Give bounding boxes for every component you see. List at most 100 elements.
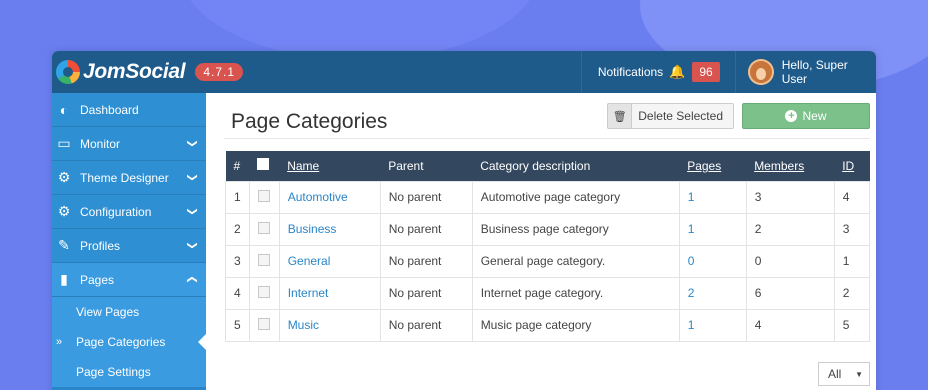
category-name-link[interactable]: Music	[278, 308, 381, 342]
sidebar-subitem-view-pages[interactable]: View Pages	[52, 297, 206, 327]
sidebar: ◐ Dashboard ▭ Monitor ❯ ⚙ Theme Designer…	[52, 93, 206, 390]
sidebar-item-configuration[interactable]: ⚙ Configuration ❯	[52, 195, 206, 229]
row-number: 2	[225, 212, 250, 246]
edit-icon: ✎	[58, 237, 70, 253]
row-parent: No parent	[379, 244, 473, 278]
col-name[interactable]: Name	[279, 151, 380, 181]
delete-selected-label: Delete Selected	[638, 109, 723, 123]
row-checkbox[interactable]	[257, 221, 270, 234]
row-pages-link[interactable]: 2	[678, 276, 747, 310]
new-label: New	[802, 109, 827, 123]
select-all-checkbox[interactable]	[257, 158, 270, 171]
row-number: 5	[225, 308, 250, 342]
col-description: Category description	[480, 158, 591, 173]
row-pages-link[interactable]: 1	[678, 308, 747, 342]
table-row: 2 Business No parent Business page categ…	[225, 212, 871, 246]
col-members[interactable]: Members	[746, 151, 834, 181]
row-members: 3	[745, 180, 835, 214]
sidebar-item-label: Pages	[80, 272, 115, 287]
dashboard-icon: ◐	[59, 101, 69, 118]
sidebar-item-theme-designer[interactable]: ⚙ Theme Designer ❯	[52, 161, 206, 195]
row-number: 3	[225, 244, 250, 278]
row-select	[248, 308, 280, 342]
category-name-link[interactable]: Internet	[278, 276, 381, 310]
row-id: 3	[833, 212, 871, 246]
monitor-icon: ▭	[57, 135, 71, 151]
new-button[interactable]: + New	[742, 103, 870, 129]
pagination-limit-select[interactable]: All ▼	[818, 362, 870, 386]
sidebar-subitem-page-settings[interactable]: Page Settings	[52, 357, 206, 387]
col-number: #	[233, 158, 241, 173]
sidebar-item-label: Theme Designer	[80, 170, 169, 185]
row-select	[248, 276, 280, 310]
caret-down-icon: ▼	[855, 369, 863, 379]
chevron-up-icon: ❯	[186, 275, 198, 284]
bell-icon: 🔔	[669, 64, 686, 79]
sidebar-item-label: Profiles	[80, 238, 121, 253]
top-bar: JomSocial 4.7.1 Notifications 🔔 96 Hello…	[52, 51, 876, 93]
main-content: Page Categories 🗑 Delete Selected + New …	[206, 93, 876, 390]
row-members: 0	[745, 244, 835, 278]
book-icon: ▮	[60, 271, 68, 287]
sidebar-item-label: Configuration	[80, 204, 152, 219]
chevron-down-icon: ❯	[186, 173, 198, 182]
row-checkbox[interactable]	[257, 189, 270, 202]
row-select	[248, 180, 280, 214]
user-menu[interactable]: Hello, Super User	[736, 58, 876, 86]
col-pages[interactable]: Pages	[679, 151, 746, 181]
sidebar-item-dashboard[interactable]: ◐ Dashboard	[52, 93, 206, 127]
table-row: 4 Internet No parent Internet page categ…	[225, 276, 871, 310]
row-select	[248, 212, 280, 246]
row-number: 4	[225, 276, 250, 310]
chevron-down-icon: ❯	[186, 207, 198, 216]
row-pages-link[interactable]: 1	[678, 180, 747, 214]
user-greeting: Hello, Super User	[781, 58, 848, 86]
trash-icon: 🗑	[608, 104, 633, 128]
brand-name: JomSocial	[83, 60, 186, 83]
row-parent: No parent	[379, 212, 473, 246]
row-id: 4	[833, 180, 871, 214]
gears-icon: ⚙	[57, 203, 71, 219]
brand[interactable]: JomSocial 4.7.1	[52, 60, 581, 84]
table-header-row: # Name Parent Category description Pages…	[225, 151, 870, 181]
plus-circle-icon: +	[785, 110, 798, 122]
gears-icon: ⚙	[57, 169, 71, 185]
avatar	[747, 59, 774, 85]
pages-submenu: View Pages Page Categories Page Settings	[52, 297, 206, 387]
row-id: 5	[833, 308, 871, 342]
col-id[interactable]: ID	[834, 151, 869, 181]
row-number: 1	[225, 180, 250, 214]
delete-selected-button[interactable]: 🗑 Delete Selected	[607, 103, 734, 129]
row-select	[248, 244, 280, 278]
sidebar-item-pages[interactable]: ▮ Pages ❯	[52, 263, 206, 297]
table-row: 3 General No parent General page categor…	[225, 244, 871, 278]
row-pages-link[interactable]: 0	[678, 244, 747, 278]
category-name-link[interactable]: Business	[278, 212, 381, 246]
col-parent: Parent	[388, 158, 424, 173]
category-name-link[interactable]: Automotive	[278, 180, 381, 214]
sidebar-subitem-page-categories[interactable]: Page Categories	[52, 327, 206, 357]
categories-table: # Name Parent Category description Pages…	[225, 151, 871, 342]
notifications-count-badge: 96	[692, 62, 720, 82]
category-name-link[interactable]: General	[278, 244, 381, 278]
jomsocial-logo-icon	[56, 60, 80, 84]
notifications-button[interactable]: Notifications 🔔 96	[580, 51, 736, 93]
row-description: Music page category	[471, 308, 680, 342]
row-id: 1	[833, 244, 871, 278]
row-members: 6	[745, 276, 835, 310]
chevron-down-icon: ❯	[186, 139, 198, 148]
version-badge: 4.7.1	[195, 63, 244, 81]
row-members: 2	[745, 212, 835, 246]
row-checkbox[interactable]	[257, 285, 270, 298]
row-description: Business page category	[471, 212, 680, 246]
row-checkbox[interactable]	[257, 317, 270, 330]
page-title: Page Categories	[231, 110, 388, 133]
row-description: General page category.	[471, 244, 680, 278]
row-members: 4	[745, 308, 835, 342]
row-pages-link[interactable]: 1	[678, 212, 747, 246]
row-checkbox[interactable]	[257, 253, 270, 266]
sidebar-item-monitor[interactable]: ▭ Monitor ❯	[52, 127, 206, 161]
row-parent: No parent	[379, 276, 473, 310]
sidebar-item-label: Dashboard	[80, 102, 139, 117]
sidebar-item-profiles[interactable]: ✎ Profiles ❯	[52, 229, 206, 263]
